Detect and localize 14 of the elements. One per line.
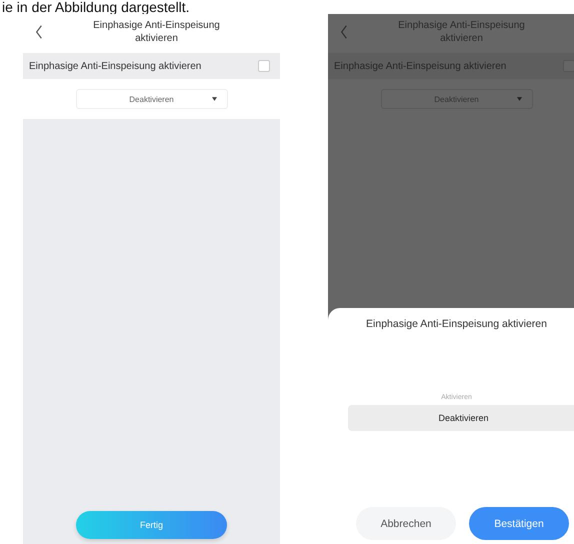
sheet-title: Einphasige Anti-Einspeisung aktivieren: [366, 318, 547, 330]
setting-label: Einphasige Anti-Einspeisung aktivieren: [29, 60, 202, 72]
cancel-button[interactable]: Abbrechen: [356, 507, 456, 540]
back-icon[interactable]: [35, 25, 43, 39]
picker-option[interactable]: Deaktivieren: [348, 405, 574, 431]
setting-label: Einphasige Anti-Einspeisung aktivieren: [334, 60, 506, 72]
page-title: Einphasige Anti-Einspeisung aktivieren: [92, 19, 221, 45]
dropdown-field[interactable]: Deaktivieren: [76, 89, 228, 109]
caption-text: ie in der Abbildung dargestellt.: [1, 0, 191, 14]
page-title: Einphasige Anti-Einspeisung aktivieren: [397, 19, 526, 45]
caret-icon: [212, 97, 216, 101]
done-button[interactable]: Fertig: [76, 511, 227, 539]
confirm-button[interactable]: Bestätigen: [469, 507, 569, 540]
caret-icon: [516, 97, 522, 101]
